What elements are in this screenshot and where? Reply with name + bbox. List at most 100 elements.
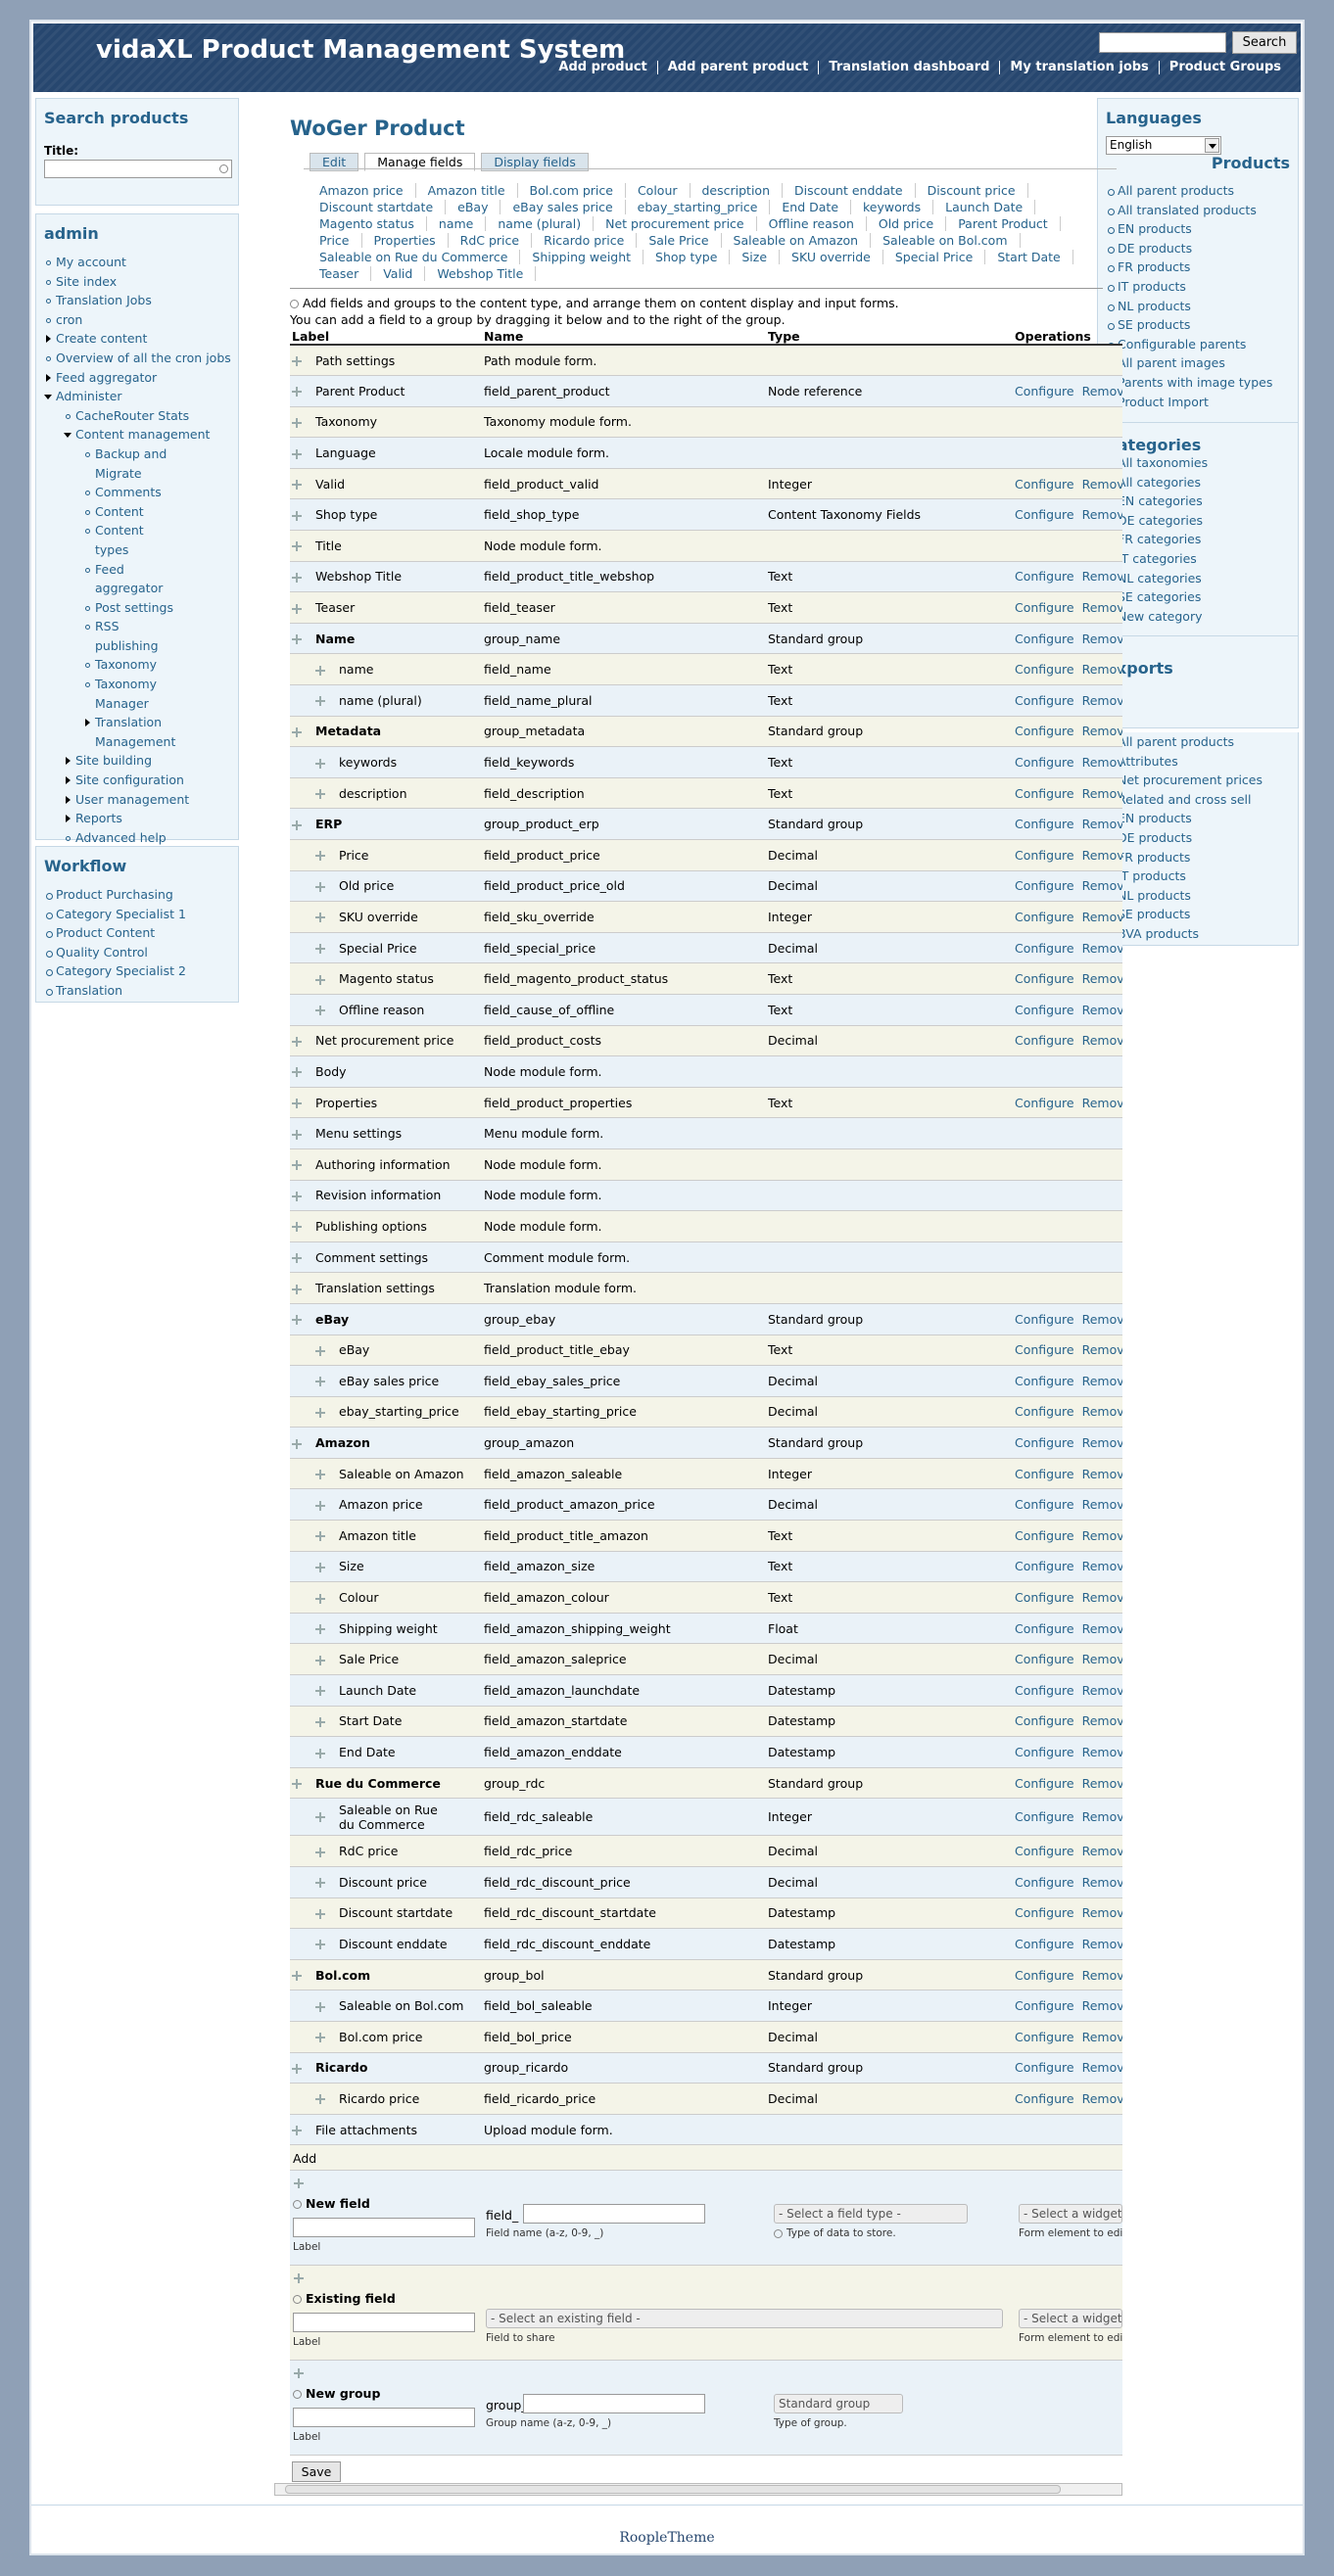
categories-item-link[interactable]: FR categories [1118,532,1201,546]
configure-link[interactable]: Configure [1015,1467,1074,1481]
drag-handle-icon[interactable] [315,2001,325,2012]
drag-handle-icon[interactable] [292,1253,302,1264]
workflow-item-link[interactable]: Category Specialist 2 [56,963,186,978]
drag-handle-icon[interactable] [315,851,325,862]
drag-handle-icon[interactable] [292,480,302,491]
table-row[interactable]: Discount price field_rdc_discount_price De… [290,1866,1122,1898]
remove-link[interactable]: Remove [1082,1968,1122,1983]
drag-handle-icon[interactable] [292,510,302,521]
drag-handle-icon[interactable] [315,1470,325,1480]
admin-link[interactable]: Translation Management [95,715,175,749]
configure-link[interactable]: Configure [1015,1404,1074,1419]
exports-item-link[interactable]: Related and cross sell [1118,792,1251,807]
admin-link[interactable]: Content [95,504,144,519]
remove-link[interactable]: Remove [1082,1998,1122,2013]
configure-link[interactable]: Configure [1015,1745,1074,1759]
admin-link[interactable]: Administer [56,389,122,403]
drag-handle-icon[interactable] [315,1345,325,1356]
field-link-sku-override[interactable]: SKU override [791,250,883,264]
table-row[interactable]: Size field_amazon_sizeTextConfigure Remove [290,1551,1122,1583]
new-group-name-input[interactable] [523,2394,705,2413]
table-row[interactable]: Start Date field_amazon_startdate Datestam… [290,1706,1122,1738]
products-item-link[interactable]: IT products [1118,279,1186,294]
configure-link[interactable]: Configure [1015,1776,1074,1791]
admin-link[interactable]: Taxonomy [95,657,157,672]
drag-handle-icon[interactable] [292,1284,302,1294]
table-row[interactable]: Properties field_product_properties Text Co… [290,1087,1122,1119]
remove-link[interactable]: Remove [1082,477,1122,492]
drag-handle-icon[interactable] [292,1438,302,1449]
remove-link[interactable]: Remove [1082,1809,1122,1824]
configure-link[interactable]: Configure [1015,1844,1074,1858]
field-link-start-date[interactable]: Start Date [997,250,1073,264]
table-row[interactable]: Metadata group_metadata Standard group Conf… [290,716,1122,748]
table-row[interactable]: Valid field_product_valid Integer Configure… [290,468,1122,500]
remove-link[interactable]: Remove [1082,662,1122,677]
site-name[interactable]: vidaXL Product Management System [96,35,625,65]
configure-link[interactable]: Configure [1015,632,1074,646]
table-row[interactable]: ERP group_product_erp Standard group Config… [290,808,1122,840]
drag-handle-icon[interactable] [292,1222,302,1233]
configure-link[interactable]: Configure [1015,507,1074,522]
table-row[interactable]: End Date field_amazon_enddate Datestamp Con… [290,1736,1122,1768]
drag-handle-icon[interactable] [292,2126,302,2136]
field-link-teaser[interactable]: Teaser [319,266,372,281]
admin-link[interactable]: Create content [56,331,147,346]
remove-link[interactable]: Remove [1082,1652,1122,1666]
configure-link[interactable]: Configure [1015,1809,1074,1824]
drag-handle-icon[interactable] [292,634,302,645]
field-link-discount-enddate[interactable]: Discount enddate [794,183,916,198]
exports-item-link[interactable]: EN products [1118,811,1192,825]
configure-link[interactable]: Configure [1015,1937,1074,1951]
exports-item-link[interactable]: DE products [1118,830,1192,845]
drag-handle-icon[interactable] [315,1377,325,1387]
remove-link[interactable]: Remove [1082,941,1122,956]
new-field-label-input[interactable] [293,2218,475,2237]
table-row[interactable]: Ricardo group_ricardo Standard group Config… [290,2052,1122,2084]
field-link-colour[interactable]: Colour [637,183,691,198]
table-row[interactable]: Old price field_product_price_old Decimal C… [290,870,1122,903]
admin-link[interactable]: Site index [56,274,117,289]
table-row[interactable]: File attachments Upload module form. [290,2114,1122,2146]
field-link-saleable-on-amazon[interactable]: Saleable on Amazon [733,233,872,248]
categories-item-link[interactable]: NL categories [1118,571,1202,585]
table-row[interactable]: Price field_product_price Decimal Configure… [290,839,1122,871]
workflow-item-link[interactable]: Product Purchasing [56,887,173,902]
table-row[interactable]: Ricardo price field_ricardo_price Decimal C… [290,2083,1122,2115]
products-item-link[interactable]: FR products [1118,259,1190,274]
remove-link[interactable]: Remove [1082,1497,1122,1512]
field-link-description[interactable]: description [701,183,784,198]
table-row[interactable]: Name group_name Standard group Configure Rem… [290,623,1122,655]
drag-handle-icon[interactable] [315,974,325,985]
field-link-bol-com-price[interactable]: Bol.com price [529,183,626,198]
drag-handle-icon[interactable] [292,2063,302,2074]
remove-link[interactable]: Remove [1082,755,1122,770]
table-row[interactable]: Colour field_amazon_colour Text Configure Re… [290,1581,1122,1614]
remove-link[interactable]: Remove [1082,384,1122,398]
table-row[interactable]: keywords field_keywordsTextConfigure Remov… [290,746,1122,778]
language-select[interactable]: English [1106,136,1221,155]
field-link-size[interactable]: Size [741,250,781,264]
field-link-keywords[interactable]: keywords [863,200,934,214]
configure-link[interactable]: Configure [1015,1033,1074,1048]
remove-link[interactable]: Remove [1082,1003,1122,1017]
remove-link[interactable]: Remove [1082,2091,1122,2106]
remove-link[interactable]: Remove [1082,569,1122,584]
header-search-button[interactable]: Search [1232,31,1297,54]
table-row[interactable]: Body Node module form. [290,1055,1122,1088]
table-row[interactable]: eBay sales price field_ebay_sales_price De… [290,1365,1122,1397]
field-link-sale-price[interactable]: Sale Price [648,233,722,248]
field-link-end-date[interactable]: End Date [782,200,852,214]
remove-link[interactable]: Remove [1082,1342,1122,1357]
drag-handle-icon[interactable] [294,2178,304,2188]
field-link-valid[interactable]: Valid [383,266,426,281]
field-link-offline-reason[interactable]: Offline reason [768,216,867,231]
configure-link[interactable]: Configure [1015,2030,1074,2044]
table-row[interactable]: Title Node module form. [290,530,1122,562]
drag-handle-icon[interactable] [315,1686,325,1697]
primary-link-add-product[interactable]: Add product [548,61,656,74]
drag-handle-icon[interactable] [315,1811,325,1822]
remove-link[interactable]: Remove [1082,1844,1122,1858]
configure-link[interactable]: Configure [1015,755,1074,770]
remove-link[interactable]: Remove [1082,1467,1122,1481]
